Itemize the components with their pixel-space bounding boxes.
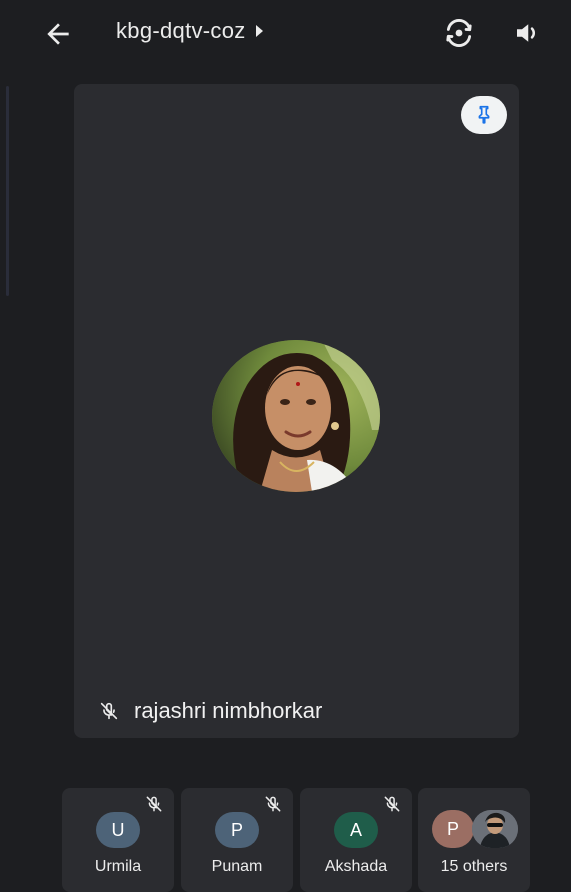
main-participant-label: rajashri nimbhorkar xyxy=(98,698,322,724)
others-count-label: 15 others xyxy=(440,858,508,875)
participant-name: rajashri nimbhorkar xyxy=(134,698,323,723)
participant-strip: U Urmila P Punam A Akshada P 15 others xyxy=(62,788,532,892)
portrait-image xyxy=(472,810,518,848)
main-participant-tile[interactable]: rajashri nimbhorkar xyxy=(74,84,519,738)
mic-off-icon xyxy=(100,702,118,720)
participant-tile-punam[interactable]: P Punam xyxy=(181,788,293,892)
mic-off-icon xyxy=(146,796,162,812)
scroll-edge-indicator xyxy=(6,86,9,296)
speaker-button[interactable] xyxy=(512,18,544,50)
participant-photo-avatar xyxy=(212,340,380,492)
mic-off-icon xyxy=(265,796,281,812)
meeting-code: kbg-dqtv-coz xyxy=(116,18,246,43)
participant-tile-others[interactable]: P 15 others xyxy=(418,788,530,892)
switch-camera-button[interactable] xyxy=(442,16,476,50)
participant-name: Punam xyxy=(211,858,263,875)
mic-off-icon xyxy=(384,796,400,812)
pin-icon xyxy=(478,105,490,124)
arrow-left-icon xyxy=(47,23,69,45)
meet-screen: kbg-dqtv-coz rajashri nimbhorkar U Urmil… xyxy=(0,0,571,892)
participant-tile-akshada[interactable]: A Akshada xyxy=(300,788,412,892)
avatar: P xyxy=(432,810,474,848)
avatar: P xyxy=(215,812,259,848)
others-avatar-group: P xyxy=(432,810,520,850)
participant-name: Urmila xyxy=(94,858,142,875)
portrait-image xyxy=(212,340,380,492)
top-bar: kbg-dqtv-coz xyxy=(0,0,571,68)
speaker-icon xyxy=(517,24,535,42)
caret-right-icon xyxy=(255,25,263,37)
participant-tile-urmila[interactable]: U Urmila xyxy=(62,788,174,892)
pin-button[interactable] xyxy=(461,96,507,134)
meeting-title-button[interactable]: kbg-dqtv-coz xyxy=(116,18,263,44)
participant-name: Akshada xyxy=(324,858,388,875)
back-button[interactable] xyxy=(42,18,74,50)
switch-camera-icon xyxy=(446,19,472,47)
avatar: A xyxy=(334,812,378,848)
avatar-photo xyxy=(472,810,518,848)
avatar: U xyxy=(96,812,140,848)
